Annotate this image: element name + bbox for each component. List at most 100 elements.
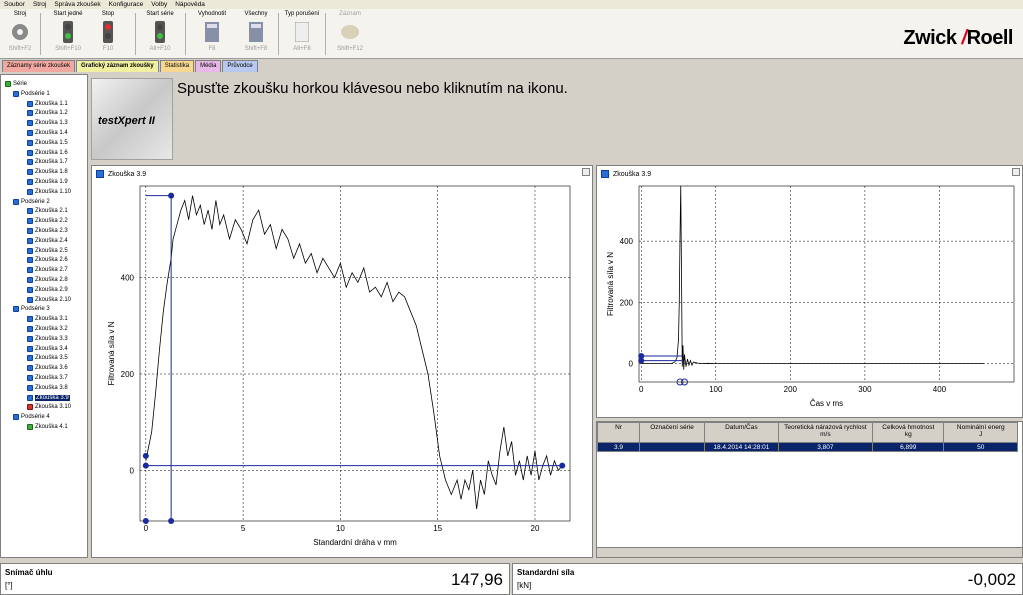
tree-item[interactable]: Zkouška 3.5: [27, 353, 68, 363]
status-title: Snímač úhlu: [5, 568, 53, 577]
menu-item[interactable]: Volby: [147, 1, 171, 8]
tree-item[interactable]: Zkouška 2.3: [27, 226, 68, 236]
hotkey-label: F8: [208, 46, 216, 52]
hotkey-label: Shift+F10: [55, 46, 81, 52]
column-header[interactable]: Teoretická nárazová rychlost m/s: [777, 422, 874, 443]
toolbar-button-1[interactable]: Start jedné Shift+F10: [48, 11, 88, 57]
tree-item[interactable]: Podsérie 4: [13, 412, 50, 422]
tree-item[interactable]: Zkouška 1.3: [27, 118, 68, 128]
tree-item[interactable]: Zkouška 3.9: [27, 393, 70, 403]
tree-item[interactable]: Zkouška 1.2: [27, 108, 68, 118]
tree-item[interactable]: Zkouška 3.10: [27, 402, 71, 412]
tree-item[interactable]: Zkouška 3.6: [27, 363, 68, 373]
tree-item[interactable]: Zkouška 1.9: [27, 177, 68, 187]
tree-item[interactable]: Zkouška 4.1: [27, 422, 68, 432]
tree-item[interactable]: Zkouška 3.1: [27, 314, 68, 324]
test-icon: [27, 159, 33, 166]
test-icon: [27, 169, 33, 176]
test-tree: Série Podsérie 1 Zkouška 1.1 Zkouška 1.2 Zko…: [0, 74, 88, 558]
toolbar-button-5[interactable]: Všechny Shift+F8: [236, 11, 276, 57]
tree-item[interactable]: Zkouška 1.8: [27, 167, 68, 177]
tree-item[interactable]: Zkouška 1.6: [27, 148, 68, 158]
tree-item[interactable]: Zkouška 2.5: [27, 246, 68, 256]
x-tick-label: 300: [858, 385, 872, 394]
menu-item[interactable]: Soubor: [0, 1, 29, 8]
x-tick-label: 0: [144, 524, 149, 533]
test-icon: [27, 316, 33, 323]
menu-item[interactable]: Nápověda: [171, 1, 209, 8]
table-cell: 6,899: [872, 442, 945, 452]
tree-item[interactable]: Zkouška 2.1: [27, 206, 68, 216]
x-axis-label: Standardní dráha v mm: [313, 538, 397, 547]
tree-item-label: Zkouška 2.5: [35, 247, 68, 254]
tree-item[interactable]: Podsérie 2: [13, 197, 50, 207]
hotkey-label: Alt+F10: [149, 46, 171, 52]
table-row[interactable]: 3.9 18.4.2014 14:28:01 3,807 6,899 50: [597, 442, 1018, 452]
toolbar-button-2[interactable]: Stop F10: [88, 11, 128, 57]
toolbar-button-7[interactable]: Záznam Shift+F12: [330, 11, 370, 57]
table-cell: 3.9: [597, 442, 640, 452]
test-icon: [27, 365, 33, 372]
tree-item[interactable]: Podsérie 1: [13, 89, 50, 99]
toolbar-button-0[interactable]: Stroj Shift+F2: [0, 11, 40, 57]
tree-item[interactable]: Zkouška 2.4: [27, 236, 68, 246]
test-icon: [27, 277, 33, 283]
column-header[interactable]: Nr: [597, 422, 640, 443]
tree-item[interactable]: Podsérie 3: [13, 304, 50, 314]
tree-item[interactable]: Série: [5, 79, 27, 89]
tree-item[interactable]: Zkouška 2.7: [27, 265, 68, 275]
menu-item[interactable]: Správa zkoušek: [50, 1, 104, 8]
x-tick-label: 20: [531, 524, 540, 533]
tab-3[interactable]: Média: [195, 60, 222, 72]
tree-item[interactable]: Zkouška 2.8: [27, 275, 68, 285]
tree-item[interactable]: Zkouška 3.2: [27, 324, 68, 334]
maximize-button[interactable]: [1012, 168, 1020, 176]
tree-item[interactable]: Zkouška 1.4: [27, 128, 68, 138]
toolbar-separator: [185, 13, 186, 55]
column-header[interactable]: Celková hmotnost kg: [872, 422, 945, 443]
tree-item-label: Zkouška 2.9: [35, 286, 68, 293]
tab-2[interactable]: Statistika: [159, 60, 195, 72]
tree-item-label: Podsérie 1: [21, 90, 50, 97]
tree-item[interactable]: Zkouška 3.3: [27, 334, 68, 344]
x-tick-label: 5: [241, 524, 246, 533]
tree-item-label: Zkouška 1.8: [35, 169, 68, 176]
tree-item[interactable]: Zkouška 2.9: [27, 285, 68, 295]
tree-item[interactable]: Zkouška 2.10: [27, 295, 71, 305]
status-title: Standardní síla: [517, 568, 575, 577]
maximize-button[interactable]: [582, 168, 590, 176]
test-icon: [27, 267, 33, 274]
tree-item[interactable]: Zkouška 1.1: [27, 99, 68, 109]
toolbar-button-3[interactable]: Start série Alt+F10: [140, 11, 180, 57]
column-header[interactable]: Datum/Čas: [704, 422, 779, 443]
tree-item[interactable]: Zkouška 3.8: [27, 383, 68, 393]
toolbar-button-6[interactable]: Typ porušení Alt+F8: [282, 11, 322, 57]
column-header[interactable]: Nominální energ J: [943, 422, 1018, 443]
tree-item[interactable]: Zkouška 3.7: [27, 373, 68, 383]
test-icon: [27, 179, 33, 185]
menu-item[interactable]: Konfigurace: [105, 1, 148, 8]
y-tick-label: 400: [121, 274, 135, 283]
toolbar: Zwick /Roell Stroj Shift+F2 Start jedné Shi…: [0, 9, 1023, 59]
column-header[interactable]: Označení série: [638, 422, 706, 443]
tree-item[interactable]: Zkouška 2.2: [27, 216, 68, 226]
tab-4[interactable]: Průvodce: [222, 60, 258, 72]
tree-item[interactable]: Zkouška 3.4: [27, 344, 68, 354]
horizontal-scrollbar[interactable]: [597, 547, 1022, 557]
tree-item[interactable]: Zkouška 2.6: [27, 255, 68, 265]
tree-item-label: Série: [13, 81, 28, 87]
tree-item[interactable]: Zkouška 1.5: [27, 138, 68, 148]
test-icon: [27, 355, 33, 362]
tab-1[interactable]: Grafický záznam zkoušky: [76, 60, 159, 72]
tree-item[interactable]: Zkouška 1.7: [27, 157, 68, 167]
test-icon: [27, 237, 33, 244]
test-icon: [27, 326, 33, 332]
tab-0[interactable]: Záznamy série zkoušek: [2, 60, 76, 72]
toolbar-separator: [40, 13, 41, 55]
toolbar-button-4[interactable]: Vyhodnotit F8: [192, 11, 232, 57]
menu-item[interactable]: Stroj: [29, 1, 50, 8]
y-tick-label: 200: [121, 370, 135, 379]
tree-item-label: Zkouška 1.3: [35, 120, 68, 127]
tree-item[interactable]: Zkouška 1.10: [27, 187, 71, 197]
status-angle-sensor: Snímač úhlu [°] 147,96: [0, 563, 510, 595]
